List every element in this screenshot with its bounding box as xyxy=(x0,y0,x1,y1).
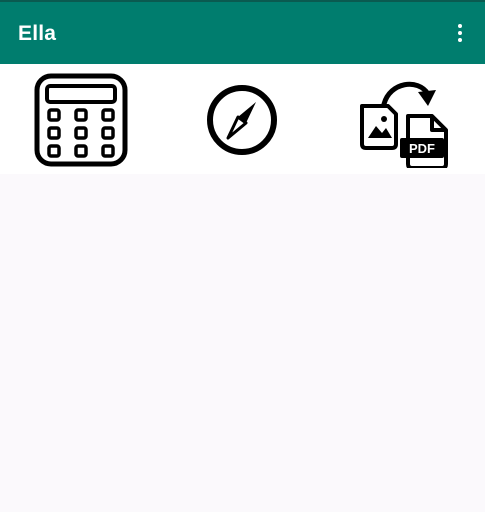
app-bar: Ella xyxy=(0,0,485,64)
empty-content-area xyxy=(0,174,485,512)
compass-tool-button[interactable] xyxy=(194,72,290,168)
pdf-badge-label: PDF xyxy=(409,141,435,156)
calculator-tool-button[interactable] xyxy=(33,72,129,168)
image-to-pdf-icon: PDF xyxy=(360,81,448,168)
app-title: Ella xyxy=(18,22,57,45)
compass-icon xyxy=(194,72,290,168)
image-to-pdf-tool-button[interactable]: PDF xyxy=(356,72,452,168)
more-options-button[interactable] xyxy=(449,20,471,46)
more-vert-icon xyxy=(458,24,462,28)
calculator-icon xyxy=(34,73,128,167)
tool-grid: PDF xyxy=(0,64,485,174)
